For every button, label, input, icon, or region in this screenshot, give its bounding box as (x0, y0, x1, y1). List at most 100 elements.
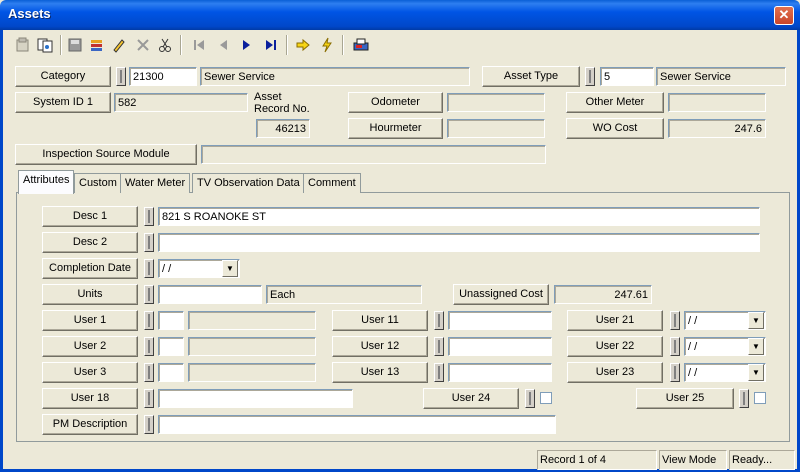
user3-grip[interactable] (144, 363, 154, 382)
user22-button[interactable]: User 22 (567, 336, 663, 357)
completion-date-grip[interactable] (144, 259, 154, 278)
wo-cost-button[interactable]: WO Cost (566, 118, 664, 139)
asset-record-label-1: Asset (254, 91, 282, 103)
first-record-icon[interactable] (188, 34, 210, 56)
asset-type-button[interactable]: Asset Type (482, 66, 580, 87)
tab-tv-observation-data[interactable]: TV Observation Data (192, 173, 305, 193)
user21-grip[interactable] (670, 311, 680, 330)
user23-grip[interactable] (670, 363, 680, 382)
category-grip[interactable] (116, 67, 126, 86)
user21-button[interactable]: User 21 (567, 310, 663, 331)
units-field[interactable] (158, 285, 262, 304)
user23-dropdown-icon[interactable]: ▼ (748, 364, 764, 381)
user1-desc-field (188, 311, 316, 330)
category-name-field: Sewer Service (200, 67, 470, 86)
user18-field[interactable] (158, 389, 353, 408)
title-bar[interactable]: Assets ✕ (0, 0, 800, 30)
inspection-source-button[interactable]: Inspection Source Module (15, 144, 197, 165)
tab-attributes[interactable]: Attributes (18, 170, 75, 194)
copy-record-icon[interactable] (34, 34, 56, 56)
user22-dropdown-icon[interactable]: ▼ (748, 338, 764, 355)
user24-button[interactable]: User 24 (423, 388, 519, 409)
category-code-field[interactable]: 21300 (129, 67, 197, 86)
user24-checkbox[interactable] (540, 392, 552, 404)
user25-grip[interactable] (739, 389, 749, 408)
asset-type-grip[interactable] (585, 67, 595, 86)
toolbar-separator (286, 35, 288, 55)
completion-date-button[interactable]: Completion Date (42, 258, 138, 279)
user18-grip[interactable] (144, 389, 154, 408)
hourmeter-field (447, 119, 545, 138)
user3-code-field[interactable] (158, 363, 184, 382)
user1-grip[interactable] (144, 311, 154, 330)
tab-water-meter[interactable]: Water Meter (120, 173, 191, 193)
previous-record-icon[interactable] (212, 34, 234, 56)
inspection-source-field (201, 145, 546, 164)
properties-icon[interactable] (12, 34, 34, 56)
user12-button[interactable]: User 12 (332, 336, 428, 357)
user2-code-field[interactable] (158, 337, 184, 356)
cut-icon[interactable] (154, 34, 176, 56)
user13-button[interactable]: User 13 (332, 362, 428, 383)
hourmeter-button[interactable]: Hourmeter (348, 118, 443, 139)
user13-field[interactable] (448, 363, 552, 382)
user2-grip[interactable] (144, 337, 154, 356)
completion-date-dropdown-icon[interactable]: ▼ (222, 260, 238, 277)
lightning-icon[interactable] (316, 34, 338, 56)
tab-comment[interactable]: Comment (303, 173, 361, 193)
asset-type-code-field[interactable]: 5 (600, 67, 654, 86)
units-button[interactable]: Units (42, 284, 138, 305)
desc1-field[interactable]: 821 S ROANOKE ST (158, 207, 760, 226)
delete-icon[interactable] (132, 34, 154, 56)
user1-code-field[interactable] (158, 311, 184, 330)
user12-grip[interactable] (434, 337, 444, 356)
other-meter-button[interactable]: Other Meter (566, 92, 664, 113)
next-record-icon[interactable] (236, 34, 258, 56)
last-record-icon[interactable] (260, 34, 282, 56)
wo-cost-field: 247.6 (668, 119, 766, 138)
desc1-grip[interactable] (144, 207, 154, 226)
user23-button[interactable]: User 23 (567, 362, 663, 383)
other-meter-field (668, 93, 766, 112)
user21-dropdown-icon[interactable]: ▼ (748, 312, 764, 329)
pm-description-grip[interactable] (144, 415, 154, 434)
units-grip[interactable] (144, 285, 154, 304)
print-report-icon[interactable] (350, 34, 372, 56)
desc1-button[interactable]: Desc 1 (42, 206, 138, 227)
window-title: Assets (8, 6, 51, 21)
desc2-button[interactable]: Desc 2 (42, 232, 138, 253)
system-id-button[interactable]: System ID 1 (15, 92, 111, 113)
user11-button[interactable]: User 11 (332, 310, 428, 331)
stack-icon[interactable] (86, 34, 108, 56)
user12-field[interactable] (448, 337, 552, 356)
category-button[interactable]: Category (15, 66, 111, 87)
desc2-grip[interactable] (144, 233, 154, 252)
close-button[interactable]: ✕ (774, 6, 794, 25)
odometer-button[interactable]: Odometer (348, 92, 443, 113)
user25-button[interactable]: User 25 (636, 388, 734, 409)
units-each-field: Each (266, 285, 422, 304)
save-icon[interactable] (64, 34, 86, 56)
unassigned-cost-field: 247.61 (554, 285, 652, 304)
user11-grip[interactable] (434, 311, 444, 330)
user2-button[interactable]: User 2 (42, 336, 138, 357)
pm-description-field[interactable] (158, 415, 556, 434)
unassigned-cost-button[interactable]: Unassigned Cost (453, 284, 549, 305)
user18-button[interactable]: User 18 (42, 388, 138, 409)
user25-checkbox[interactable] (754, 392, 766, 404)
status-state: Ready... (729, 450, 795, 470)
desc2-field[interactable] (158, 233, 760, 252)
odometer-field (447, 93, 545, 112)
user13-grip[interactable] (434, 363, 444, 382)
edit-pencil-icon[interactable] (108, 34, 130, 56)
pm-description-button[interactable]: PM Description (42, 414, 138, 435)
goto-arrow-icon[interactable] (292, 34, 314, 56)
user1-button[interactable]: User 1 (42, 310, 138, 331)
toolbar-separator (342, 35, 344, 55)
user22-grip[interactable] (670, 337, 680, 356)
user24-grip[interactable] (525, 389, 535, 408)
tab-custom[interactable]: Custom (74, 173, 122, 193)
status-record: Record 1 of 4 (537, 450, 657, 470)
user11-field[interactable] (448, 311, 552, 330)
user3-button[interactable]: User 3 (42, 362, 138, 383)
